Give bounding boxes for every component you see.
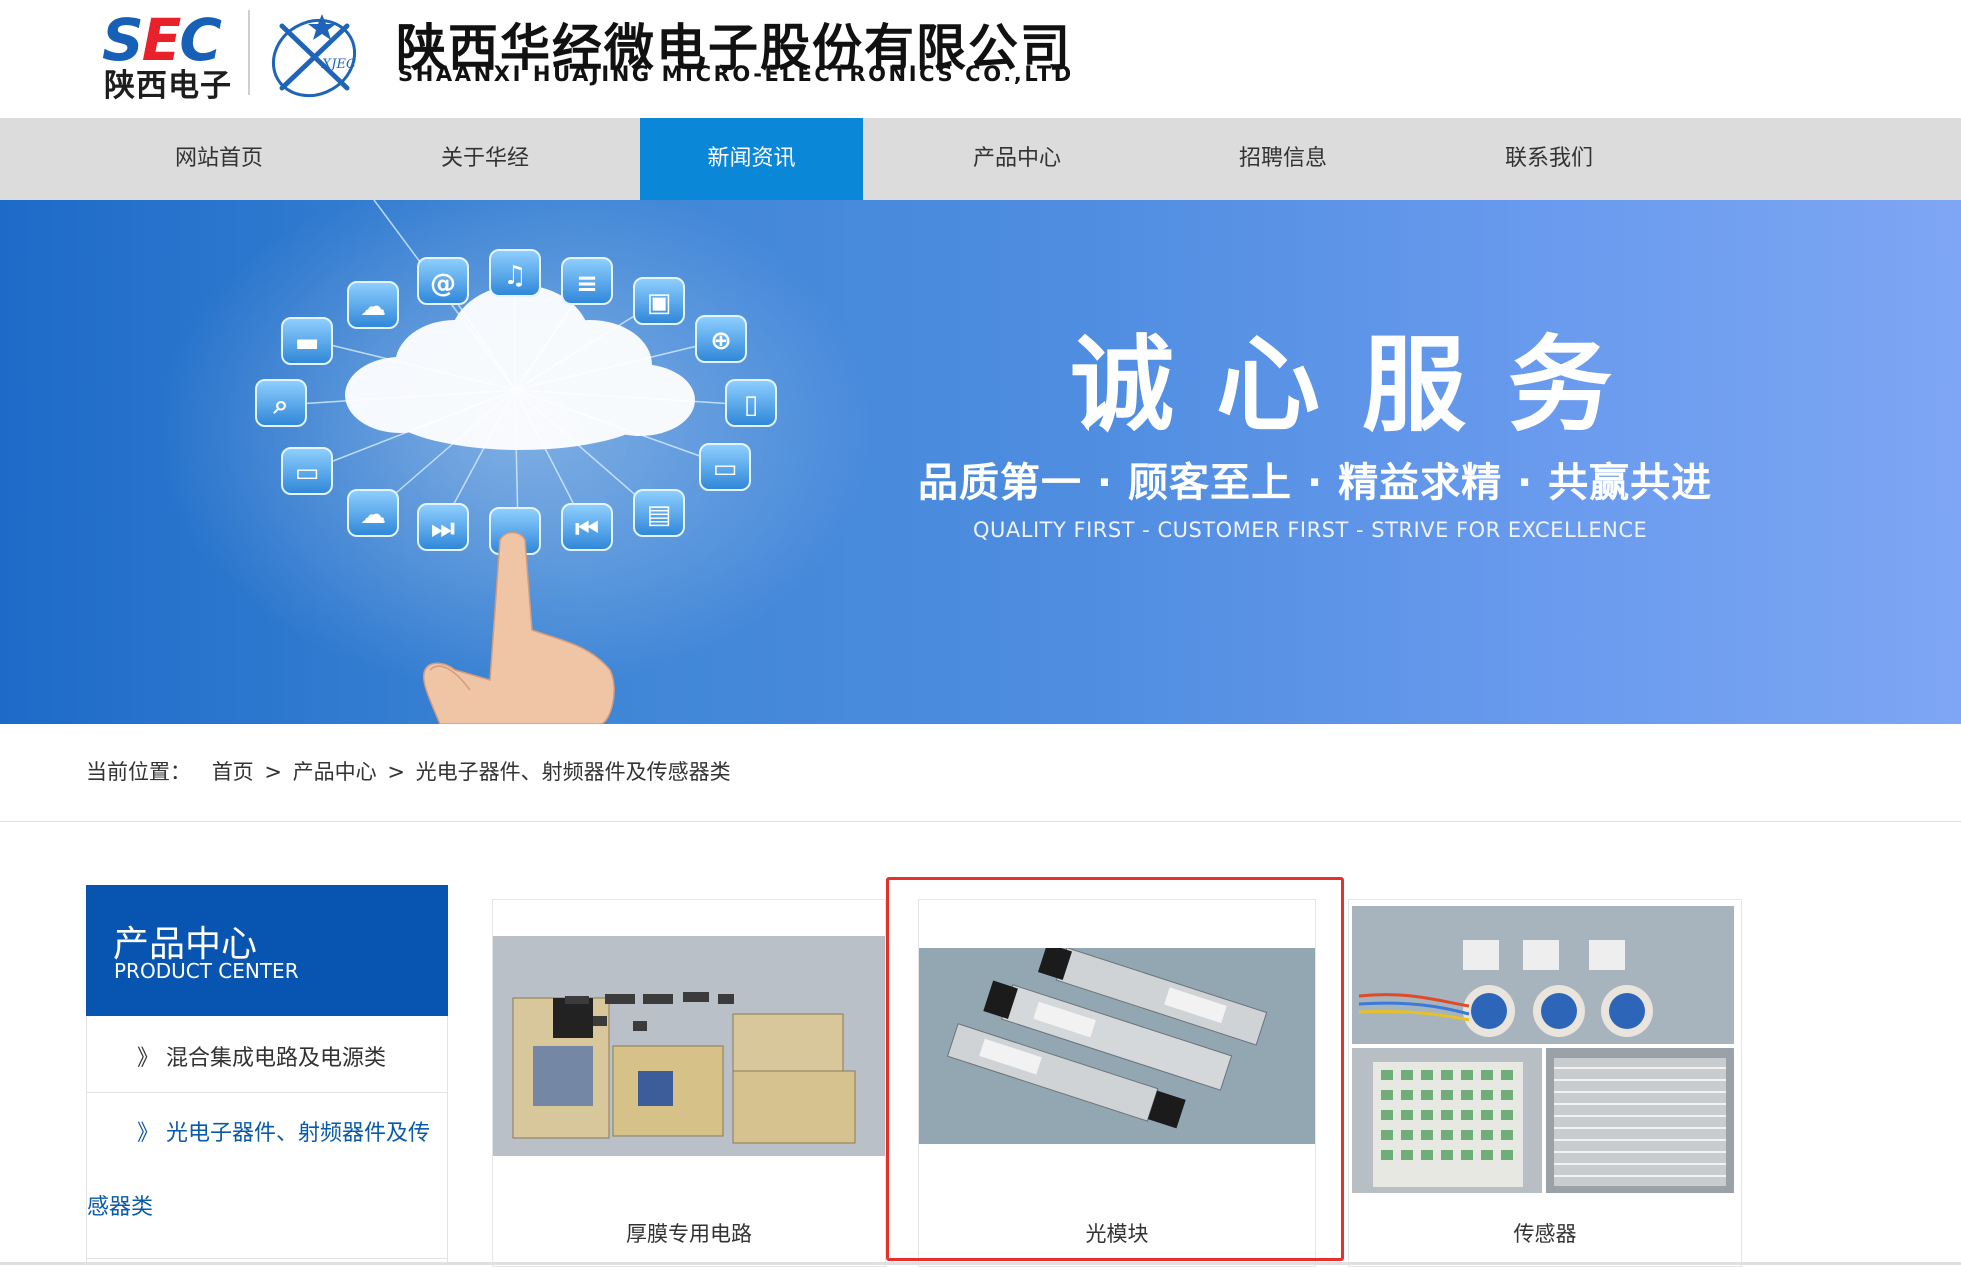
sidebar-header: 产品中心 PRODUCT CENTER: [86, 885, 448, 1016]
svg-text:⏭: ⏭: [431, 514, 455, 544]
sidebar-title-en: PRODUCT CENTER: [114, 959, 299, 983]
sensor-image: [1352, 906, 1734, 1193]
banner-subtitle: 品质第一 · 顾客至上 · 精益求精 · 共赢共进: [918, 460, 1713, 506]
main-nav: 网站首页 关于华经 新闻资讯 产品中心 招聘信息 联系我们: [0, 118, 1961, 200]
banner-english: QUALITY FIRST - CUSTOMER FIRST - STRIVE …: [973, 518, 1648, 542]
svg-text:☁: ☁: [360, 500, 386, 530]
svg-text:☁: ☁: [360, 292, 386, 322]
breadcrumb-separator: >: [264, 760, 282, 784]
company-name-en: SHAANXI HUAJING MICRO-ELECTRONICS CO.,LT…: [398, 62, 1074, 86]
logo-divider: [248, 10, 250, 95]
breadcrumb-separator: >: [387, 760, 405, 784]
breadcrumb-current[interactable]: 光电子器件、射频器件及传感器类: [416, 760, 731, 784]
svg-text:▭: ▭: [713, 454, 738, 484]
breadcrumb: 当前位置： 首页 > 产品中心 > 光电子器件、射频器件及传感器类: [86, 756, 735, 786]
hero-banner: @ ♫ ≡ ☁ ▣ ⊕ ▯ ▭ ▤ ⏮ ⏭ ☁ ▭ ⌕ ▬ 诚心服务 品质第一 …: [0, 200, 1961, 724]
nav-jobs[interactable]: 招聘信息: [1208, 118, 1358, 200]
svg-text:@: @: [430, 269, 456, 299]
nav-about[interactable]: 关于华经: [410, 118, 560, 200]
nav-contact[interactable]: 联系我们: [1474, 118, 1624, 200]
xjec-emblem-icon: XJEC: [271, 14, 357, 98]
nav-products[interactable]: 产品中心: [942, 118, 1092, 200]
nav-home[interactable]: 网站首页: [146, 118, 292, 200]
svg-text:⊕: ⊕: [710, 326, 732, 356]
svg-text:♫: ♫: [503, 261, 526, 291]
xjec-logo-text: XJEC: [321, 57, 356, 72]
svg-text:▭: ▭: [295, 458, 320, 488]
breadcrumb-label: 当前位置：: [86, 760, 191, 784]
product-name[interactable]: 厚膜专用电路: [493, 1218, 885, 1248]
svg-text:▯: ▯: [744, 390, 758, 420]
svg-text:▣: ▣: [647, 288, 672, 318]
sidebar-item-hybrid-circuits[interactable]: 》 混合集成电路及电源类: [87, 1016, 447, 1093]
svg-text:▬: ▬: [295, 328, 320, 358]
product-name[interactable]: 传感器: [1349, 1218, 1741, 1248]
product-card-thick-film[interactable]: 厚膜专用电路: [492, 899, 886, 1267]
svg-text:≡: ≡: [576, 269, 598, 299]
nav-news[interactable]: 新闻资讯: [640, 118, 863, 200]
sidebar-item-label: 》 光电子器件、射频器件及传: [137, 1121, 430, 1146]
sec-logo-cn: 陕西电子: [104, 68, 232, 104]
thick-film-circuit-image: [493, 936, 885, 1156]
banner-slogan: 诚心服务: [1070, 324, 1655, 446]
xjec-logo[interactable]: XJEC: [262, 6, 372, 102]
svg-text:▤: ▤: [647, 500, 672, 530]
svg-text:⏮: ⏮: [575, 514, 598, 544]
breadcrumb-products[interactable]: 产品中心: [293, 760, 377, 784]
sidebar-list: 》 混合集成电路及电源类 》 光电子器件、射频器件及传 感器类: [86, 1016, 448, 1265]
sec-logo[interactable]: SEC 陕西电子: [102, 6, 242, 104]
sidebar-item-optoelectronics[interactable]: 》 光电子器件、射频器件及传 感器类: [87, 1093, 447, 1259]
site-header: SEC 陕西电子 XJEC 陕西华经微电子股份有限公司 SHAANXI HUAJ…: [0, 0, 1961, 118]
product-card-sensor[interactable]: 传感器: [1348, 899, 1742, 1267]
sidebar-item-label: 》 混合集成电路及电源类: [137, 1046, 386, 1071]
svg-text:⌕: ⌕: [273, 390, 289, 420]
divider: [0, 821, 1961, 822]
breadcrumb-home[interactable]: 首页: [212, 760, 254, 784]
sidebar-item-label: 感器类: [87, 1195, 154, 1220]
selection-highlight: [886, 877, 1344, 1261]
